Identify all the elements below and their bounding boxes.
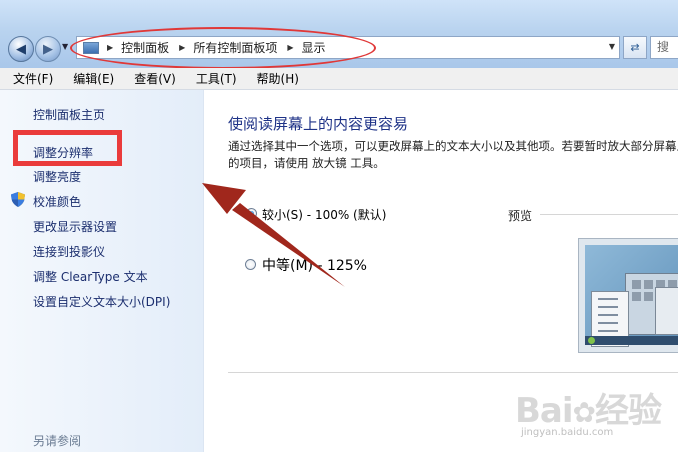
paw-icon: ✿ [572,396,596,429]
baidu-logo: Bai✿经验 [515,391,662,431]
watermark: Bai✿经验 jingyan.baidu.com [515,383,678,448]
watermark-url: jingyan.baidu.com [521,427,614,438]
